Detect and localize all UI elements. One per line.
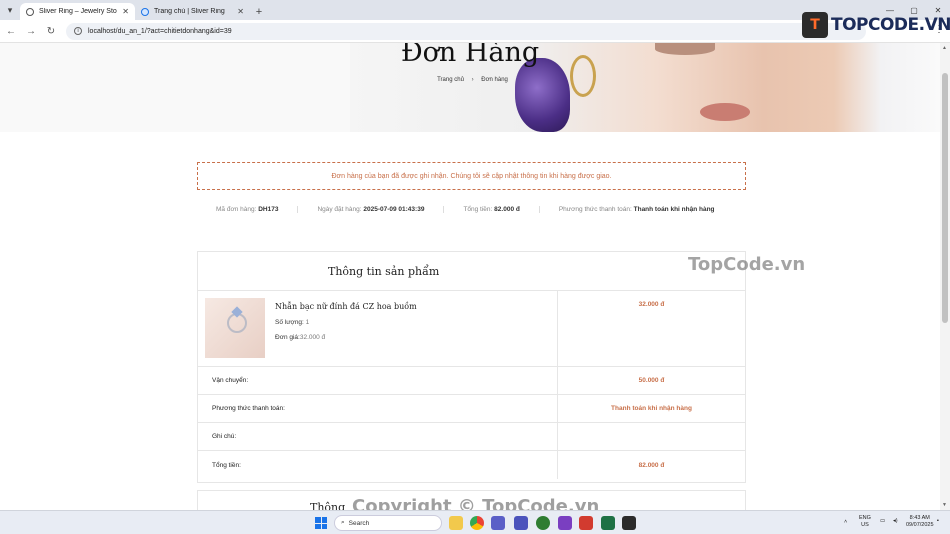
scroll-up-icon[interactable]: ▲ xyxy=(942,45,947,51)
product-quantity: Số lượng: 1 xyxy=(275,319,310,326)
topcode-logo: T TOPCODE.VN xyxy=(802,12,950,38)
product-info-card: Thông tin sản phẩm Nhẫn bạc nữ đính đá C… xyxy=(197,251,746,483)
back-arrow-icon[interactable]: ← xyxy=(2,22,20,40)
node-icon[interactable] xyxy=(536,516,550,530)
taskbar-search-placeholder: Search xyxy=(348,519,370,527)
taskbar-search[interactable]: ⌕ Search xyxy=(334,515,442,531)
product-name[interactable]: Nhẫn bạc nữ đính đá CZ hoa buồm xyxy=(275,302,417,311)
product-unit-price: Đơn giá:32.000 đ xyxy=(275,334,326,341)
product-image[interactable] xyxy=(205,298,265,358)
teams-icon[interactable] xyxy=(491,516,505,530)
site-info-icon[interactable]: i xyxy=(74,27,82,35)
summary-value xyxy=(558,423,745,450)
close-tab-icon[interactable]: ✕ xyxy=(237,7,244,16)
summary-label: Tổng tiền: xyxy=(198,451,558,479)
close-tab-icon[interactable]: ✕ xyxy=(122,7,129,16)
logo-mark: T xyxy=(802,12,828,38)
product-row: Nhẫn bạc nữ đính đá CZ hoa buồm Số lượng… xyxy=(198,291,745,367)
chevron-up-icon[interactable]: ˄ xyxy=(844,519,847,526)
summary-value: Thanh toán khi nhận hàng xyxy=(611,405,692,412)
order-total: Tổng tiền: 82.000 đ xyxy=(444,206,540,213)
tab-trang-chu[interactable]: Trang chủ | Sliver Ring ✕ xyxy=(135,3,250,20)
flower-decoration xyxy=(515,58,570,132)
breadcrumb-home-link[interactable]: Trang chủ xyxy=(437,77,464,83)
site-favicon-icon xyxy=(141,7,149,16)
order-date: Ngày đặt hàng: 2025-07-09 01:43:39 xyxy=(298,206,445,213)
visual-studio-icon[interactable] xyxy=(558,516,572,530)
order-success-notice: Đơn hàng của bạn đã được ghi nhận. Chúng… xyxy=(197,162,746,190)
globe-icon xyxy=(26,7,34,16)
chevron-right-icon: › xyxy=(471,77,474,83)
summary-value: 82.000 đ xyxy=(638,461,665,469)
summary-label: Vận chuyển: xyxy=(198,367,558,394)
recorder-icon[interactable] xyxy=(622,516,636,530)
excel-icon[interactable] xyxy=(601,516,615,530)
app-red-icon[interactable] xyxy=(579,516,593,530)
url-text: localhost/du_an_1/?act=chitietdonhang&id… xyxy=(88,27,232,35)
breadcrumb: Trang chủ › Đơn hàng xyxy=(350,77,595,83)
tab-list-icon[interactable]: ▾ xyxy=(0,0,20,20)
summary-row: Phương thức thanh toán: Thanh toán khi n… xyxy=(198,395,745,423)
summary-row: Ghi chú: xyxy=(198,423,745,451)
chrome-icon[interactable] xyxy=(470,516,484,530)
notification-icon[interactable]: ▪ xyxy=(937,518,939,525)
new-tab-button[interactable]: + xyxy=(250,3,268,20)
discord-icon[interactable] xyxy=(514,516,528,530)
forward-arrow-icon[interactable]: → xyxy=(22,22,40,40)
language-indicator[interactable]: ENG US xyxy=(859,515,871,529)
taskbar: ⌕ Search ˄ ENG US ▭ ◂) 8:43 AM 09/07/202… xyxy=(0,510,950,534)
watermark-text: TopCode.vn xyxy=(688,254,806,275)
product-info-heading: Thông tin sản phẩm xyxy=(198,252,745,291)
hero-banner: Đơn Hàng Trang chủ › Đơn hàng xyxy=(0,43,940,132)
tab-title: Trang chủ | Sliver Ring xyxy=(154,8,225,15)
summary-row: Tổng tiền: 82.000 đ xyxy=(198,451,745,479)
volume-icon[interactable]: ◂) xyxy=(893,518,898,525)
network-icon[interactable]: ▭ xyxy=(880,518,885,525)
product-line-total: 32.000 đ xyxy=(638,301,665,308)
url-input[interactable]: i localhost/du_an_1/?act=chitietdonhang&… xyxy=(66,22,866,40)
breadcrumb-current: Đơn hàng xyxy=(481,77,508,83)
page-content: Đơn Hàng Trang chủ › Đơn hàng Đơn hàng c… xyxy=(0,43,940,510)
summary-row: Vận chuyển: 50.000 đ xyxy=(198,367,745,395)
summary-value: 50.000 đ xyxy=(638,377,665,384)
file-explorer-icon[interactable] xyxy=(449,516,463,530)
page-scrollbar[interactable]: ▲ ▼ xyxy=(940,43,950,510)
scrollbar-thumb[interactable] xyxy=(942,73,948,323)
windows-start-icon[interactable] xyxy=(315,517,327,529)
order-code: Mã đơn hàng: DH173 xyxy=(197,206,299,213)
page-title: Đơn Hàng xyxy=(400,43,540,68)
order-payment: Phương thức thanh toán: Thanh toán khi n… xyxy=(558,206,715,213)
search-icon: ⌕ xyxy=(341,519,345,526)
summary-label: Ghi chú: xyxy=(198,423,558,450)
clock[interactable]: 8:43 AM 09/07/2025 xyxy=(906,515,934,529)
order-meta: Mã đơn hàng: DH173 Ngày đặt hàng: 2025-0… xyxy=(197,206,746,213)
logo-text: TOPCODE.VN xyxy=(831,15,950,35)
scroll-down-icon[interactable]: ▼ xyxy=(942,502,947,508)
summary-label: Phương thức thanh toán: xyxy=(198,395,558,422)
tab-title: Sliver Ring – Jewelry Store xyxy=(39,8,118,15)
tab-sliver-ring-store[interactable]: Sliver Ring – Jewelry Store ✕ xyxy=(20,3,135,20)
reload-icon[interactable]: ↻ xyxy=(42,22,60,40)
